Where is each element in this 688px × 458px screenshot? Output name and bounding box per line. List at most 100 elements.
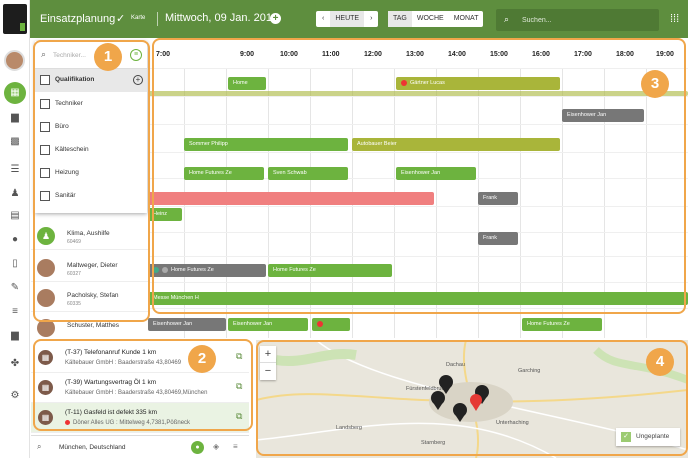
building-icon[interactable]: ▤ <box>7 208 23 224</box>
external-link-icon[interactable]: ⧉ <box>236 411 242 422</box>
task-icon: ▦ <box>38 410 53 425</box>
current-date[interactable]: Mittwoch, 09 Jan. 2019 <box>165 12 278 24</box>
dropdown-option[interactable]: Büro <box>35 116 147 139</box>
list-item[interactable]: ▦ (T-11) Gasfeld ist defekt 335 km Döner… <box>31 403 249 433</box>
appointment-bar[interactable]: Sven Schwab <box>268 167 348 180</box>
location-pin-icon[interactable]: ● <box>191 441 204 454</box>
appointment-bar[interactable]: Autobauer Beier <box>352 138 560 151</box>
location-icon[interactable]: ● <box>7 232 23 248</box>
job-address: Döner Alles UG : Mittelweg 4,7381,Pößnec… <box>65 420 190 426</box>
today-button[interactable]: HEUTE <box>330 11 365 27</box>
list-item[interactable]: Pacholsky, Stefan 60335 <box>31 286 148 312</box>
list-item[interactable]: ▦ (T-39) Wartungsvertrag Öl 1 km Kälteba… <box>31 373 249 403</box>
appointment-bar[interactable]: Home Futures Ze <box>268 264 392 277</box>
wrench-icon[interactable]: ✎ <box>7 280 23 296</box>
appointment-bar[interactable]: Home <box>228 77 266 90</box>
apps-grid-icon[interactable]: ⁞⁞⁞ <box>670 13 679 25</box>
next-day-button[interactable]: › <box>364 11 378 27</box>
unassigned-job-list: ▦ (T-37) Telefonanruf Kunde 1 km Kälteba… <box>31 339 249 433</box>
list-item[interactable]: ♟ Klima, Aushilfe 60469 <box>31 224 148 250</box>
tab-month[interactable]: MONAT <box>449 11 484 27</box>
app-logo[interactable] <box>3 4 27 34</box>
callout-badge-4: 4 <box>646 348 674 376</box>
dropdown-header-label: Qualifikation <box>55 76 95 83</box>
checkbox[interactable] <box>40 122 50 132</box>
filter-icon[interactable]: ≡ <box>233 442 238 451</box>
checkbox[interactable] <box>40 99 50 109</box>
search-input[interactable] <box>522 13 647 27</box>
search-icon: ⌕ <box>41 49 47 59</box>
avatar <box>37 289 55 307</box>
checkbox[interactable] <box>40 191 50 201</box>
suitcase-icon[interactable]: ▆ <box>7 328 23 344</box>
sliders-icon[interactable]: ☰ <box>7 162 23 178</box>
dropdown-option[interactable]: Techniker <box>35 93 147 116</box>
zoom-in-button[interactable]: + <box>260 346 276 363</box>
filter-icon[interactable]: ≡ <box>130 49 142 61</box>
dropdown-option[interactable]: Sanitär <box>35 185 147 208</box>
map-label: Garching <box>518 368 541 374</box>
map-label: Starnberg <box>421 440 446 446</box>
appointment-bar[interactable]: Home Futures Ze <box>184 167 264 180</box>
tab-day[interactable]: TAG <box>388 11 412 27</box>
unplanned-toggle[interactable]: ✓ Ungeplante <box>616 428 680 446</box>
appointment-bar[interactable]: Home Futures Ze <box>522 318 602 331</box>
map-toggle-label[interactable]: Karte <box>131 15 145 21</box>
dropdown-option[interactable]: Kälteschein <box>35 139 147 162</box>
add-icon[interactable]: + <box>133 75 143 85</box>
resource-id: 60327 <box>67 271 81 277</box>
checkbox[interactable] <box>40 75 50 85</box>
map-label: Dachau <box>446 362 465 368</box>
grid-icon[interactable]: ▩ <box>7 134 23 150</box>
appointment-bar[interactable]: Heinz <box>148 208 182 221</box>
list-icon[interactable]: ≡ <box>7 304 23 320</box>
location-input[interactable]: München, Deutschland <box>59 444 126 451</box>
appointment-bar[interactable] <box>148 91 688 96</box>
task-icon: ▦ <box>38 350 53 365</box>
appointment-bar[interactable]: Frank <box>478 192 518 205</box>
avatar: ♟ <box>37 227 55 245</box>
tag-icon[interactable]: ◈ <box>213 442 219 451</box>
appointment-bar[interactable]: Messe München H <box>148 292 688 305</box>
settings-icon[interactable]: ⚙ <box>7 388 23 404</box>
checkbox[interactable] <box>40 168 50 178</box>
appointment-bar[interactable]: Gärtner Lucas <box>396 77 560 90</box>
list-item[interactable]: Maltweger, Dieter 60327 <box>31 256 148 282</box>
appointment-bar[interactable]: Home Futures Ze <box>148 264 266 277</box>
map-view[interactable]: + − Fürstenfeldbruck Garching Unterhachi… <box>256 340 688 458</box>
map-markers <box>431 375 489 422</box>
document-icon[interactable]: ▯ <box>7 256 23 272</box>
hour-label: 13:00 <box>406 51 424 58</box>
checkbox[interactable]: ✓ <box>621 432 631 442</box>
prev-day-button[interactable]: ‹ <box>316 11 330 27</box>
appointment-bar[interactable]: Eisenhower Jan <box>148 318 226 331</box>
calendar-icon[interactable]: ▦ <box>4 82 26 104</box>
appointment-bar[interactable]: Sommer Philipp <box>184 138 348 151</box>
external-link-icon[interactable]: ⧉ <box>236 351 242 362</box>
appointment-bar[interactable]: Eisenhower Jan <box>396 167 476 180</box>
option-label: Sanitär <box>55 192 76 199</box>
user-avatar[interactable] <box>4 50 25 71</box>
appointment-bar[interactable]: Eisenhower Jan <box>562 109 644 122</box>
list-item[interactable]: ▦ (T-37) Telefonanruf Kunde 1 km Kälteba… <box>31 343 249 373</box>
tab-week[interactable]: WOCHE <box>412 11 449 27</box>
people-icon[interactable]: ♟ <box>7 186 23 202</box>
appointment-bar[interactable] <box>148 192 434 205</box>
avatar <box>37 259 55 277</box>
location-bar: ⌕ München, Deutschland ● ◈ ≡ <box>31 435 249 458</box>
appointment-bar[interactable]: Eisenhower Jan <box>228 318 308 331</box>
briefcase-icon[interactable]: ▆ <box>7 110 23 126</box>
dropdown-header[interactable]: Qualifikation + <box>35 69 147 92</box>
check-icon[interactable]: ✓ <box>116 12 125 25</box>
resource-name: Pacholsky, Stefan <box>67 292 119 299</box>
qualification-dropdown: ⌕ ≡ Qualifikation + Techniker Büro Kälte… <box>35 41 147 213</box>
fan-icon[interactable]: ✤ <box>7 356 23 372</box>
callout-badge-3: 3 <box>641 70 669 98</box>
appointment-bar[interactable] <box>312 318 350 331</box>
add-icon[interactable]: + <box>270 13 281 24</box>
appointment-bar[interactable]: Frank <box>478 232 518 245</box>
dropdown-option[interactable]: Heizung <box>35 162 147 185</box>
checkbox[interactable] <box>40 145 50 155</box>
zoom-out-button[interactable]: − <box>260 363 276 380</box>
external-link-icon[interactable]: ⧉ <box>236 381 242 392</box>
